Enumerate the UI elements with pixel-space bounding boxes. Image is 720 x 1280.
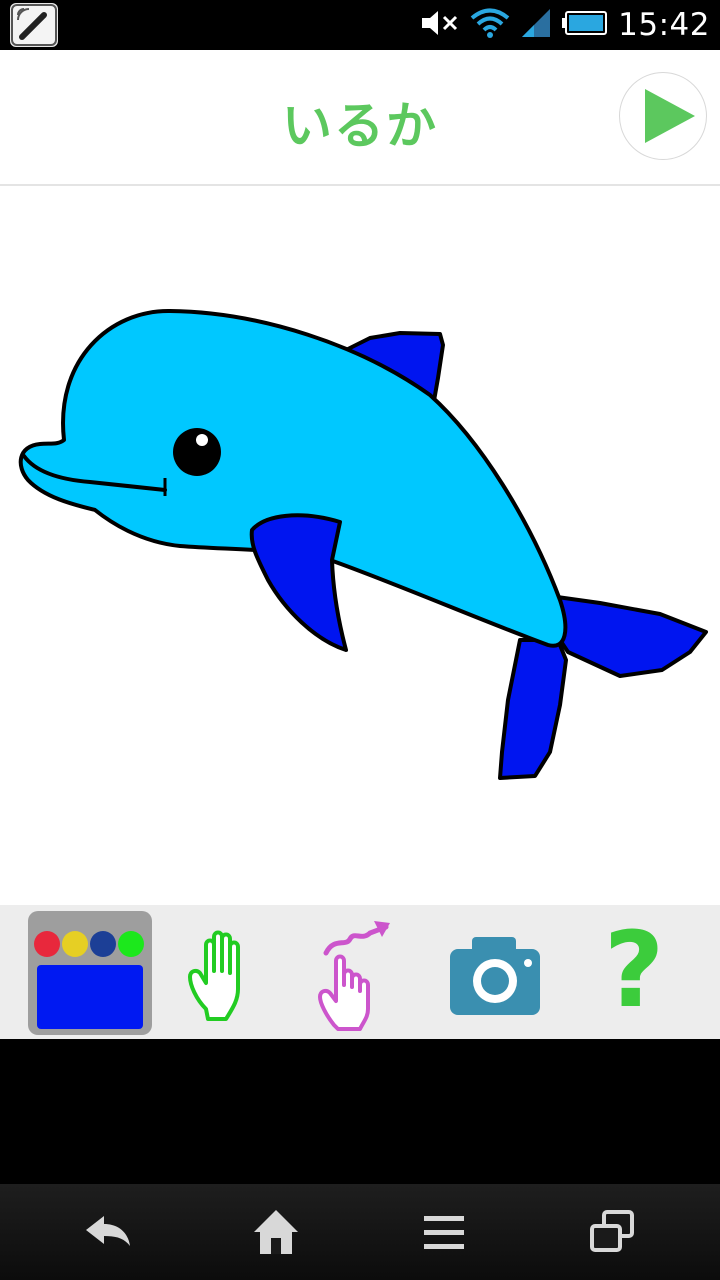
help-icon: ?: [603, 909, 665, 1031]
help-button[interactable]: ?: [572, 913, 696, 1037]
header: いるか: [0, 50, 720, 186]
dolphin-eye: [173, 428, 221, 476]
palette-dot-yellow: [62, 931, 88, 957]
dolphin-picture[interactable]: [0, 186, 720, 905]
swipe-gesture-icon: [318, 921, 390, 1031]
palette-dot-red: [34, 931, 60, 957]
navigation-bar: [0, 1184, 720, 1280]
color-palette-button[interactable]: [28, 911, 152, 1035]
toolbar: ?: [0, 905, 720, 1039]
palette-dot-green: [118, 931, 144, 957]
menu-button[interactable]: [414, 1202, 474, 1262]
camera-icon: [450, 937, 540, 1015]
back-icon: [86, 1216, 130, 1246]
tail-upper-fluke: [548, 594, 708, 678]
back-button[interactable]: [78, 1202, 138, 1262]
recent-apps-button[interactable]: [582, 1202, 642, 1262]
home-icon: [254, 1210, 298, 1254]
menu-icon: [424, 1216, 464, 1249]
current-color-swatch: [37, 965, 143, 1029]
palette-dot-blue: [90, 931, 116, 957]
home-button[interactable]: [246, 1202, 306, 1262]
play-icon: [645, 89, 695, 143]
empty-area: [0, 1040, 720, 1184]
clock: 15:42: [618, 7, 710, 43]
wifi-icon: [470, 7, 510, 43]
hand-icon: [188, 930, 240, 1021]
drawing-canvas[interactable]: [0, 186, 720, 905]
hand-tool-button[interactable]: [162, 913, 286, 1037]
status-bar: 15:42: [0, 0, 720, 50]
camera-button[interactable]: [434, 913, 558, 1037]
recent-apps-icon: [590, 1210, 634, 1252]
swipe-tool-button[interactable]: [290, 913, 414, 1037]
pen-app-icon: [10, 3, 58, 47]
page-title: いるか: [282, 97, 438, 155]
battery-icon: [562, 9, 608, 41]
play-button[interactable]: [619, 72, 707, 160]
signal-icon: [520, 7, 552, 43]
tail-lower-fluke: [498, 638, 568, 780]
pectoral-fin: [249, 513, 348, 652]
status-icons: 15:42: [420, 0, 710, 50]
mute-icon: [420, 8, 460, 42]
